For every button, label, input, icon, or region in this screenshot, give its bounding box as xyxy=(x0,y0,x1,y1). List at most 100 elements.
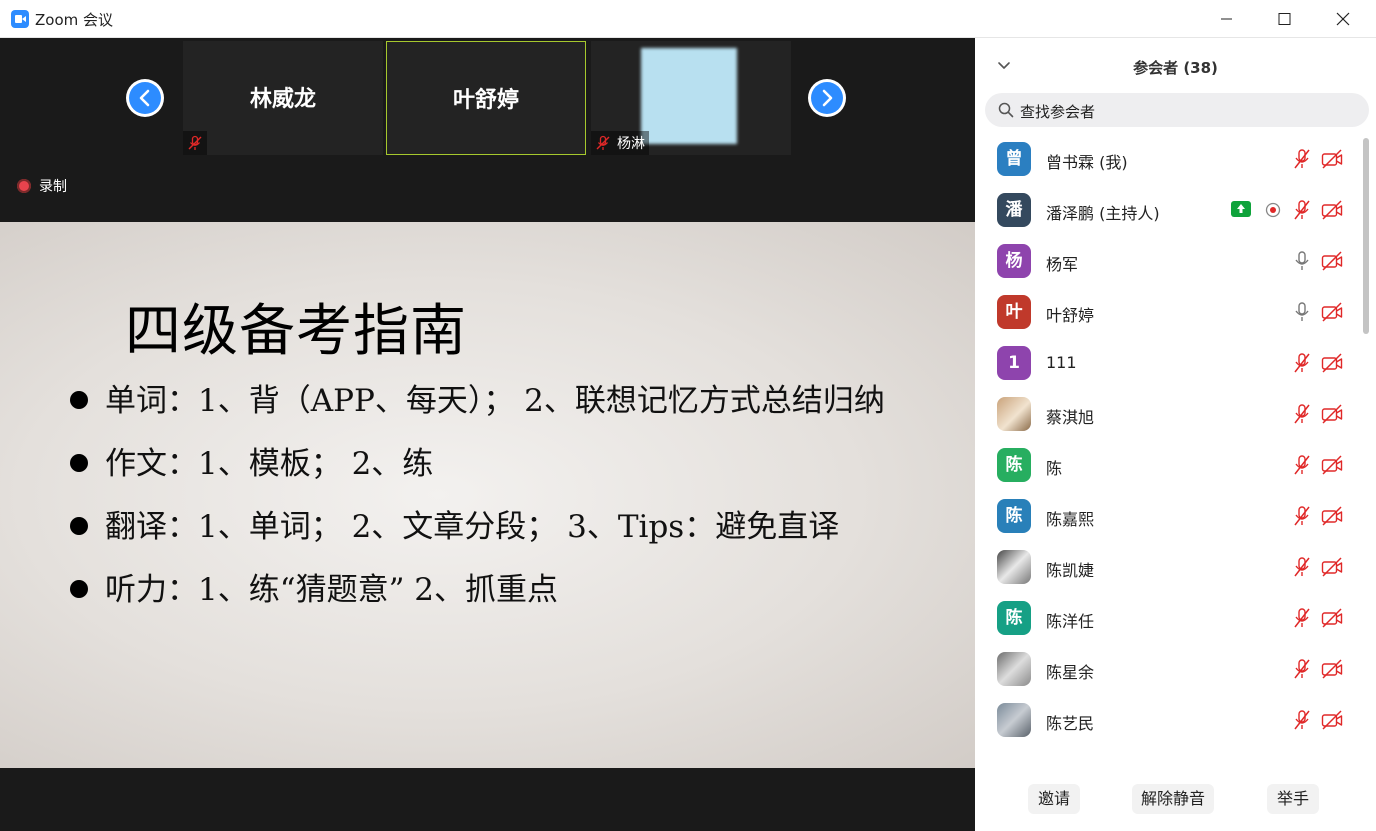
camera-off-icon[interactable] xyxy=(1320,402,1344,426)
meeting-bottom-bar xyxy=(0,768,975,831)
minimize-icon xyxy=(1221,18,1232,20)
participant-row[interactable]: 陈陈 xyxy=(975,440,1360,491)
mic-muted-icon[interactable] xyxy=(1290,708,1314,732)
video-tile[interactable]: 林威龙 xyxy=(183,41,383,155)
participant-row[interactable]: 陈凯婕 xyxy=(975,542,1360,593)
bullet-text: 听力：1、练“猜题意” 2、抓重点 xyxy=(105,572,558,608)
participant-row[interactable]: 杨杨军 xyxy=(975,236,1360,287)
participant-avatar xyxy=(641,48,737,144)
mic-icon[interactable] xyxy=(1290,249,1314,273)
camera-off-icon[interactable] xyxy=(1320,606,1344,630)
maximize-button[interactable] xyxy=(1261,4,1307,34)
participant-list: 曾曾书霖 (我) 潘潘泽鹏 (主持人) 杨杨军叶叶舒婷 1 111 蔡淇旭陈陈陈陈嘉熙 陈凯… xyxy=(975,134,1360,760)
participant-row[interactable]: 曾曾书霖 (我) xyxy=(975,134,1360,185)
camera-off-icon[interactable] xyxy=(1320,657,1344,681)
mic-muted-icon xyxy=(188,135,202,150)
close-icon xyxy=(1336,12,1350,26)
participant-name: 111 xyxy=(1046,353,1077,372)
invite-button[interactable]: 邀请 xyxy=(1028,784,1080,814)
participant-name: 陈洋任 xyxy=(1046,612,1095,631)
mic-muted-icon[interactable] xyxy=(1290,453,1314,477)
raise-hand-button[interactable]: 举手 xyxy=(1267,784,1319,814)
camera-off-icon[interactable] xyxy=(1320,300,1344,324)
next-page-button[interactable] xyxy=(808,79,846,117)
search-participants-input[interactable]: 查找参会者 xyxy=(985,93,1369,127)
participant-row[interactable]: 陈陈洋任 xyxy=(975,593,1360,644)
participant-name: 蔡淇旭 xyxy=(1046,408,1095,427)
mic-muted-icon[interactable] xyxy=(1290,147,1314,171)
scrollbar-thumb[interactable] xyxy=(1363,138,1369,334)
participant-name: 陈嘉熙 xyxy=(1046,510,1095,529)
bullet-text: 单词：1、背（APP、每天）； 2、联想记忆方式总结归纳 xyxy=(105,383,885,419)
camera-off-icon[interactable] xyxy=(1320,453,1344,477)
bullet-icon xyxy=(70,453,88,472)
participant-row[interactable]: 陈艺民 xyxy=(975,695,1360,746)
avatar xyxy=(997,550,1031,584)
unmute-all-button[interactable]: 解除静音 xyxy=(1132,784,1214,814)
video-tile-active-speaker[interactable]: 叶舒婷 xyxy=(386,41,586,155)
mic-muted-icon[interactable] xyxy=(1290,606,1314,630)
avatar xyxy=(997,652,1031,686)
zoom-app-icon xyxy=(11,10,29,28)
video-tile[interactable]: 杨淋 xyxy=(591,41,791,155)
panel-title: 参会者 (38) xyxy=(1133,59,1218,77)
avatar: 潘 xyxy=(997,193,1031,227)
avatar: 陈 xyxy=(997,601,1031,635)
participant-row[interactable]: 陈星余 xyxy=(975,644,1360,695)
mic-muted-icon[interactable] xyxy=(1290,657,1314,681)
camera-off-icon[interactable] xyxy=(1320,555,1344,579)
mic-icon[interactable] xyxy=(1290,300,1314,324)
mic-muted-icon[interactable] xyxy=(1290,555,1314,579)
avatar: 曾 xyxy=(997,142,1031,176)
tile-mic-status xyxy=(183,131,207,155)
window-title: Zoom 会议 xyxy=(35,11,114,29)
avatar: 杨 xyxy=(997,244,1031,278)
video-strip: 林威龙 叶舒婷 杨淋 录制 xyxy=(0,38,975,222)
avatar: 陈 xyxy=(997,499,1031,533)
title-bar: Zoom 会议 xyxy=(0,0,1376,38)
camera-off-icon[interactable] xyxy=(1320,504,1344,528)
participant-name: 潘泽鹏 (主持人) xyxy=(1046,204,1160,223)
previous-page-button[interactable] xyxy=(126,79,164,117)
bullet-text: 翻译：1、单词； 2、文章分段； 3、Tips：避免直译 xyxy=(105,509,840,545)
mic-muted-icon[interactable] xyxy=(1290,402,1314,426)
recording-label: 录制 xyxy=(39,179,67,195)
camera-off-icon[interactable] xyxy=(1320,147,1344,171)
participants-footer: 邀请 解除静音 举手 xyxy=(975,760,1376,831)
participant-row[interactable]: 叶叶舒婷 xyxy=(975,287,1360,338)
bullet-icon xyxy=(70,390,88,409)
recording-icon xyxy=(1261,198,1285,222)
participant-list-scrollbar[interactable] xyxy=(1361,138,1371,758)
mic-muted-icon xyxy=(596,135,610,150)
participant-row[interactable]: 蔡淇旭 xyxy=(975,389,1360,440)
meeting-stage: 林威龙 叶舒婷 杨淋 录制 四级备考指南 单词：1、背（APP、每天）； 2、联… xyxy=(0,38,975,831)
mic-muted-icon[interactable] xyxy=(1290,198,1314,222)
bullet-icon xyxy=(70,579,88,598)
avatar: 1 xyxy=(997,346,1031,380)
avatar: 叶 xyxy=(997,295,1031,329)
participant-row[interactable]: 潘潘泽鹏 (主持人) xyxy=(975,185,1360,236)
participant-name: 陈星余 xyxy=(1046,663,1095,682)
participant-row[interactable]: 陈陈嘉熙 xyxy=(975,491,1360,542)
slide-bullet: 作文：1、模板； 2、练 xyxy=(70,438,433,483)
slide-bullet: 翻译：1、单词； 2、文章分段； 3、Tips：避免直译 xyxy=(70,501,839,546)
recording-indicator: 录制 xyxy=(17,176,67,196)
participant-row[interactable]: 1 111 xyxy=(975,338,1360,389)
participant-name: 曾书霖 (我) xyxy=(1046,153,1128,172)
participant-name: 陈艺民 xyxy=(1046,714,1095,733)
screen-share-icon xyxy=(1231,201,1251,217)
mic-muted-icon[interactable] xyxy=(1290,351,1314,375)
camera-off-icon[interactable] xyxy=(1320,198,1344,222)
search-icon xyxy=(998,102,1014,118)
camera-off-icon[interactable] xyxy=(1320,708,1344,732)
maximize-icon xyxy=(1278,13,1291,25)
avatar: 陈 xyxy=(997,448,1031,482)
shared-screen: 四级备考指南 单词：1、背（APP、每天）； 2、联想记忆方式总结归纳 作文：1… xyxy=(0,222,975,768)
minimize-button[interactable] xyxy=(1203,4,1249,34)
participant-name: 叶舒婷 xyxy=(1046,306,1095,325)
tile-name: 林威龙 xyxy=(249,87,316,112)
camera-off-icon[interactable] xyxy=(1320,351,1344,375)
mic-muted-icon[interactable] xyxy=(1290,504,1314,528)
close-button[interactable] xyxy=(1319,4,1365,34)
camera-off-icon[interactable] xyxy=(1320,249,1344,273)
